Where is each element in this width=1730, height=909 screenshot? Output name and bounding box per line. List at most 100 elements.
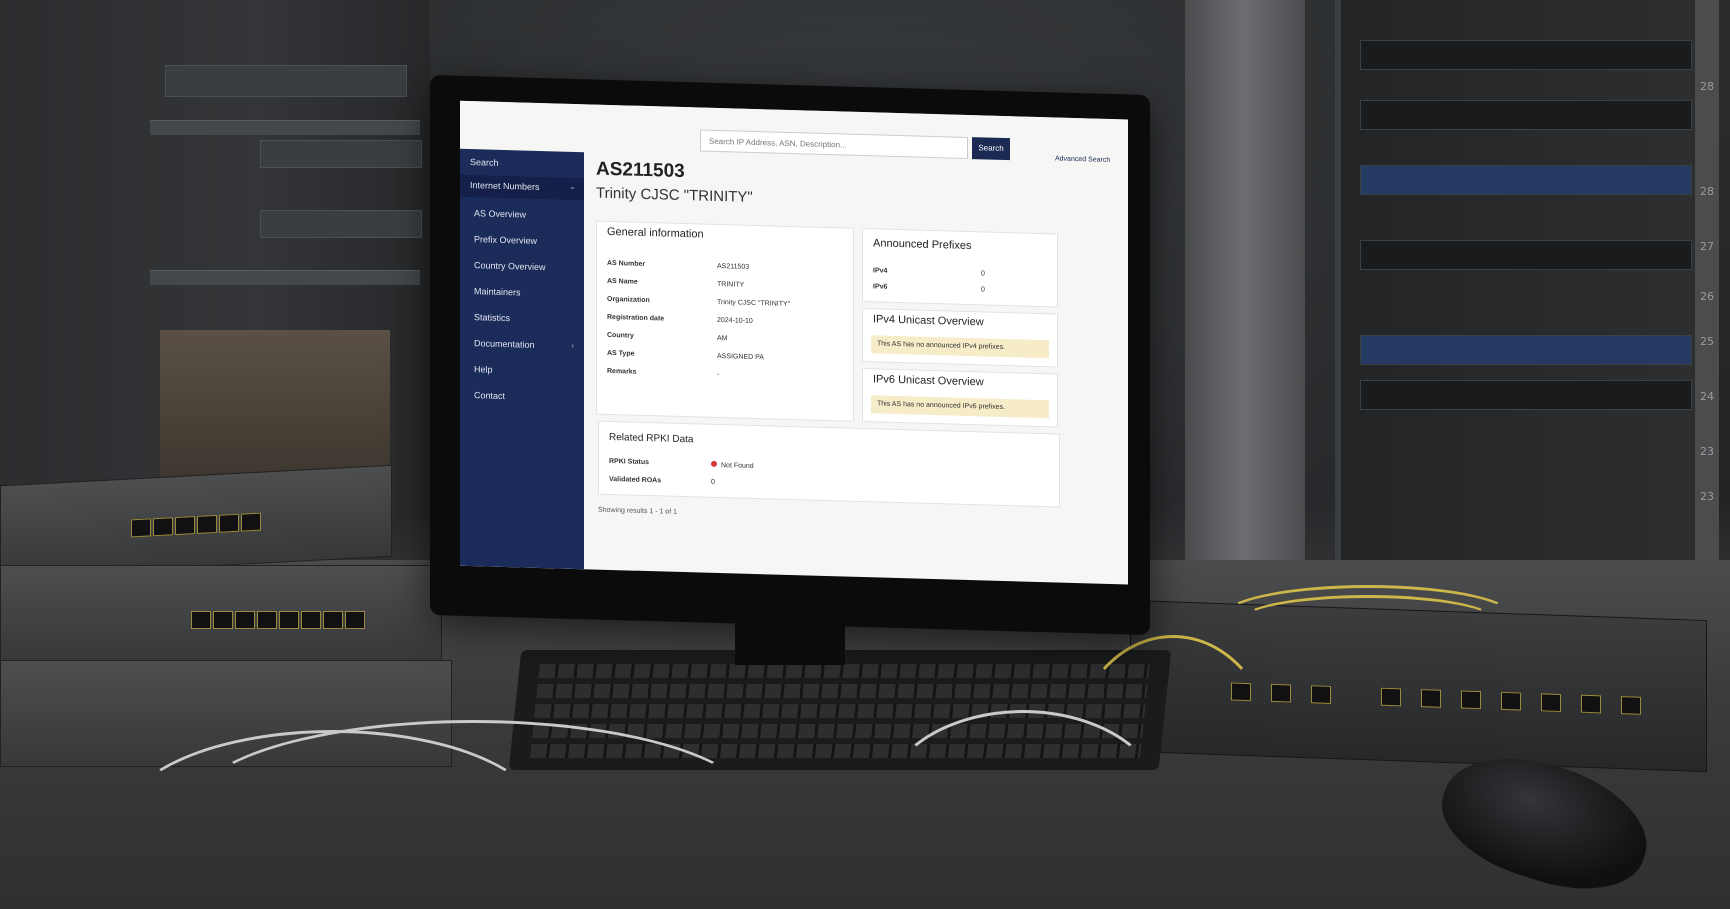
sidebar-item-maintainers[interactable]: Maintainers xyxy=(474,286,521,297)
ethernet-port xyxy=(131,518,151,538)
ipv4-count: 0 xyxy=(981,270,985,278)
cardboard-box xyxy=(160,330,390,480)
chevron-down-icon: ⌄ xyxy=(569,181,576,192)
chevron-right-icon: › xyxy=(571,340,574,350)
empty-notice: This AS has no announced IPv4 prefixes. xyxy=(871,335,1049,359)
rack-shelf xyxy=(150,270,420,285)
patch-panel xyxy=(1360,40,1692,70)
field-value: - xyxy=(717,370,720,379)
ethernet-port xyxy=(1271,683,1291,703)
rack-shelf xyxy=(150,120,420,135)
ethernet-port xyxy=(235,611,255,629)
ethernet-port xyxy=(301,611,321,629)
field-value: TRINITY xyxy=(717,280,745,289)
sidebar-item-documentation[interactable]: Documentation › xyxy=(474,338,574,351)
field-label: Remarks xyxy=(607,367,637,376)
right-network-rack xyxy=(1335,0,1701,600)
ipv6-unicast-card: IPv6 Unicast Overview This AS has no ann… xyxy=(862,368,1058,428)
yellow-cable-coil xyxy=(1240,595,1496,646)
sidebar-item-label: Internet Numbers xyxy=(470,180,540,193)
ethernet-port xyxy=(153,517,173,537)
field-label: Registration date xyxy=(607,313,665,323)
patch-panel xyxy=(1360,240,1692,270)
back-device xyxy=(260,140,422,168)
field-label: Organization xyxy=(607,295,650,305)
rack-number: 27 xyxy=(1700,240,1714,253)
ipv4-unicast-card: IPv4 Unicast Overview This AS has no ann… xyxy=(862,308,1058,368)
field-label: AS Type xyxy=(607,349,635,358)
sidebar-item-internet-numbers[interactable]: Internet Numbers ⌄ xyxy=(460,174,584,201)
sidebar-item-help[interactable]: Help xyxy=(474,364,493,375)
sidebar-item-statistics[interactable]: Statistics xyxy=(474,312,510,323)
results-footer: Showing results 1 - 1 of 1 xyxy=(598,506,677,516)
ethernet-port xyxy=(1621,696,1641,715)
field-label: Validated ROAs xyxy=(609,475,662,485)
sidebar-item-label: Prefix Overview xyxy=(474,234,538,246)
sidebar-item-search[interactable]: Search xyxy=(470,157,499,168)
key-row xyxy=(536,684,1148,698)
ethernet-port xyxy=(213,611,233,629)
card-title: Announced Prefixes xyxy=(873,237,972,253)
ethernet-port xyxy=(323,611,343,629)
ethernet-port xyxy=(257,611,277,629)
field-label: Country xyxy=(607,331,634,340)
ipv6-count: 0 xyxy=(981,286,985,294)
advanced-search-link[interactable]: Advanced Search xyxy=(1055,155,1110,164)
ethernet-port xyxy=(345,611,365,629)
field-value: Trinity CJSC "TRINITY" xyxy=(717,298,791,309)
rack-number: 23 xyxy=(1700,445,1714,458)
back-device xyxy=(260,210,422,238)
patch-panel xyxy=(1360,335,1692,365)
ethernet-port xyxy=(219,513,239,533)
rpki-card: Related RPKI Data RPKI Status Not Found … xyxy=(598,420,1060,508)
ethernet-port xyxy=(1381,687,1401,707)
sidebar-item-country-overview[interactable]: Country Overview xyxy=(474,260,546,272)
announced-prefixes-card: Announced Prefixes IPv4 0 IPv6 0 xyxy=(862,228,1058,308)
ethernet-port xyxy=(279,611,299,629)
rack-number: 23 xyxy=(1700,490,1714,503)
sidebar-item-prefix-overview[interactable]: Prefix Overview xyxy=(474,234,537,246)
rpki-status-badge: Not Found xyxy=(711,460,754,470)
ethernet-port xyxy=(191,611,211,629)
back-device xyxy=(165,65,407,97)
ethernet-port xyxy=(1311,685,1331,704)
sidebar: Search Internet Numbers ⌄ AS Overview Pr… xyxy=(460,148,584,570)
sidebar-item-label: Documentation xyxy=(474,338,535,350)
status-dot-icon xyxy=(711,460,717,467)
ethernet-cable xyxy=(190,720,756,896)
sidebar-item-label: Maintainers xyxy=(474,286,521,298)
sidebar-item-label: Contact xyxy=(474,390,506,402)
field-value: AM xyxy=(717,334,728,343)
patch-panel xyxy=(1360,165,1692,195)
ethernet-port xyxy=(1461,690,1481,710)
rack-number: 28 xyxy=(1700,80,1714,93)
ethernet-port xyxy=(1581,694,1601,714)
field-label: RPKI Status xyxy=(609,457,650,467)
monitor: Search Advanced Search Search Internet N… xyxy=(430,74,1150,636)
field-value: 0 xyxy=(711,478,715,486)
field-label: AS Name xyxy=(607,277,638,286)
ipv4-label: IPv4 xyxy=(873,267,888,275)
card-title: General information xyxy=(607,225,704,241)
card-title: Related RPKI Data xyxy=(609,431,694,446)
ethernet-port xyxy=(175,516,195,536)
rpki-status-value: Not Found xyxy=(721,462,754,470)
search-input[interactable] xyxy=(700,129,968,159)
search-button[interactable]: Search xyxy=(972,137,1010,161)
rack-number: 28 xyxy=(1700,185,1714,198)
sidebar-item-as-overview[interactable]: AS Overview xyxy=(474,208,526,219)
field-value: AS211503 xyxy=(717,262,750,271)
rack-number: 25 xyxy=(1700,335,1714,348)
photo-backdrop: 28 28 27 26 25 24 23 23 Search IP Addres… xyxy=(0,0,1730,909)
organization-subtitle: Trinity CJSC "TRINITY" xyxy=(596,184,753,206)
ethernet-port xyxy=(1541,693,1561,712)
ethernet-port xyxy=(241,512,261,532)
monitor-screen: Search Advanced Search Search Internet N… xyxy=(460,100,1128,585)
sidebar-item-label: Search xyxy=(470,157,499,168)
field-value: 2024-10-10 xyxy=(717,316,753,325)
sidebar-item-label: Help xyxy=(474,364,493,375)
patch-panel xyxy=(1360,380,1692,410)
sidebar-item-contact[interactable]: Contact xyxy=(474,390,505,401)
field-label: AS Number xyxy=(607,259,646,268)
ethernet-port xyxy=(197,514,217,534)
